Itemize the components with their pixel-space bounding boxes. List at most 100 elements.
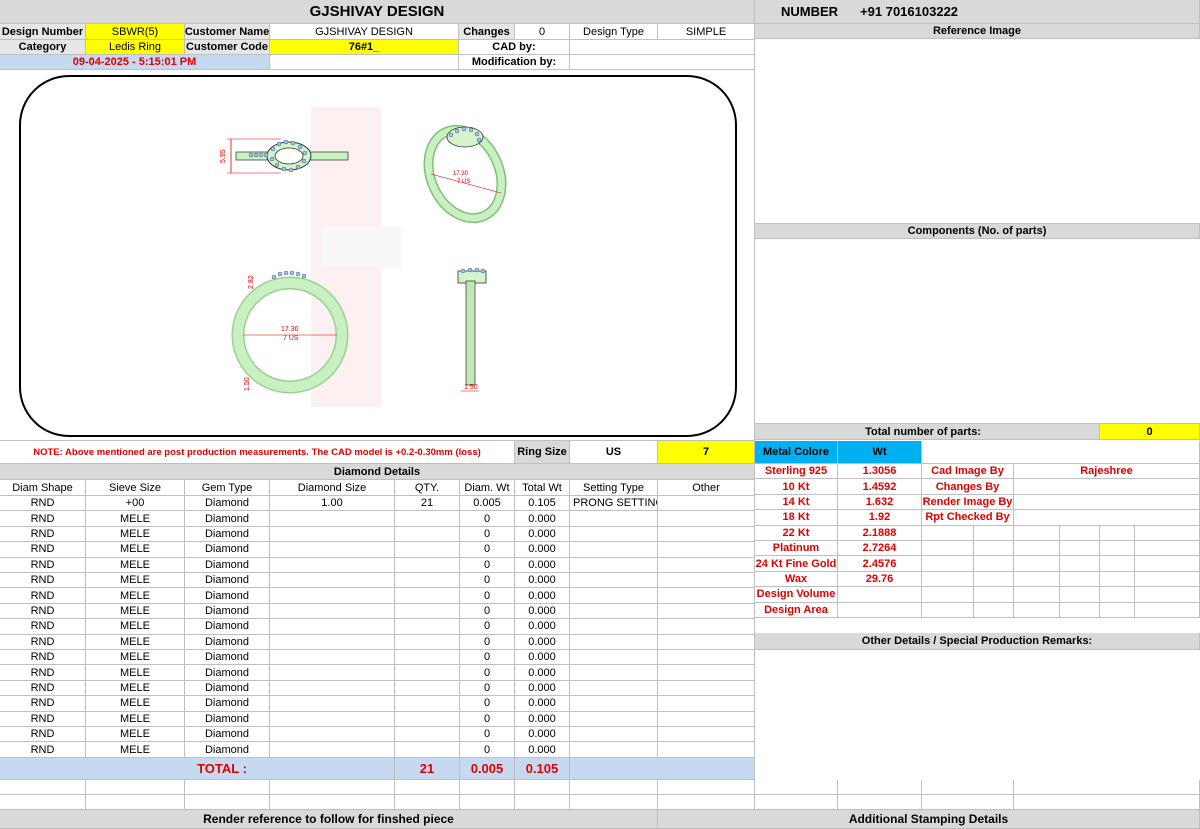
right-blank-cell[interactable] — [1014, 780, 1200, 795]
metal-grid-cell[interactable] — [974, 587, 1014, 603]
diamond-cell[interactable]: MELE — [86, 511, 185, 527]
diamond-cell[interactable] — [270, 557, 395, 573]
metal-grid-cell[interactable] — [1060, 541, 1100, 557]
customer-code-value[interactable]: 76#1_ — [270, 40, 459, 55]
diamond-cell[interactable] — [658, 634, 755, 650]
diamond-cell[interactable] — [658, 588, 755, 604]
diamond-cell[interactable]: MELE — [86, 742, 185, 758]
diamond-cell[interactable] — [270, 696, 395, 712]
diamond-cell[interactable] — [395, 619, 460, 635]
diamond-cell[interactable]: 1.00 — [270, 496, 395, 512]
metal-grid-cell[interactable] — [922, 602, 974, 618]
diamond-cell[interactable] — [570, 619, 658, 635]
blank-cell[interactable] — [570, 780, 658, 795]
diamond-cell[interactable]: 0 — [460, 573, 515, 589]
diamond-cell[interactable]: 0 — [460, 603, 515, 620]
diamond-cell[interactable]: MELE — [86, 665, 185, 681]
diamond-cell[interactable]: MELE — [86, 557, 185, 573]
blank-cell[interactable] — [270, 780, 395, 795]
right-blank-cell[interactable] — [1014, 795, 1200, 810]
blank-cell[interactable] — [0, 780, 86, 795]
metal-grid-cell[interactable] — [1100, 602, 1135, 618]
metal-grid-cell[interactable] — [974, 525, 1014, 541]
diamond-cell[interactable] — [570, 727, 658, 743]
diamond-cell[interactable] — [570, 665, 658, 681]
blank-cell[interactable] — [185, 795, 270, 810]
diamond-cell[interactable]: RND — [0, 665, 86, 681]
diamond-cell[interactable]: Diamond — [185, 634, 270, 650]
diamond-cell[interactable]: MELE — [86, 727, 185, 743]
diamond-cell[interactable]: RND — [0, 603, 86, 620]
diamond-cell[interactable]: RND — [0, 680, 86, 697]
diamond-cell[interactable] — [658, 573, 755, 589]
diamond-cell[interactable]: MELE — [86, 603, 185, 620]
diamond-cell[interactable] — [658, 603, 755, 620]
diamond-cell[interactable]: RND — [0, 742, 86, 758]
metal-grid-cell[interactable] — [974, 556, 1014, 572]
diamond-cell[interactable]: 0 — [460, 680, 515, 697]
diamond-cell[interactable] — [570, 557, 658, 573]
diamond-cell[interactable]: 0 — [460, 696, 515, 712]
diamond-cell[interactable]: Diamond — [185, 727, 270, 743]
diamond-cell[interactable] — [270, 573, 395, 589]
metal-grid-cell[interactable] — [1014, 541, 1060, 557]
diamond-cell[interactable]: 0.000 — [515, 711, 570, 727]
diamond-cell[interactable]: RND — [0, 573, 86, 589]
diamond-cell[interactable]: Diamond — [185, 742, 270, 758]
metal-grid-cell[interactable] — [1060, 571, 1100, 588]
metal-grid-cell[interactable] — [1100, 587, 1135, 603]
metal-wt[interactable]: 1.632 — [838, 494, 922, 511]
diamond-cell[interactable]: Diamond — [185, 711, 270, 727]
diamond-cell[interactable]: 0.000 — [515, 573, 570, 589]
diamond-cell[interactable]: RND — [0, 557, 86, 573]
diamond-cell[interactable] — [570, 573, 658, 589]
diamond-cell[interactable]: PRONG SETTING — [570, 496, 658, 512]
diamond-cell[interactable]: Diamond — [185, 588, 270, 604]
metal-grid-cell[interactable] — [1135, 541, 1200, 557]
diamond-cell[interactable]: 0.005 — [460, 496, 515, 512]
diamond-cell[interactable]: Diamond — [185, 680, 270, 697]
diamond-cell[interactable] — [395, 557, 460, 573]
right-blank-cell[interactable] — [838, 795, 922, 810]
diamond-cell[interactable]: Diamond — [185, 496, 270, 512]
right-blank-cell[interactable] — [922, 780, 1014, 795]
diamond-cell[interactable] — [658, 742, 755, 758]
diamond-cell[interactable]: 0.000 — [515, 665, 570, 681]
diamond-cell[interactable] — [658, 542, 755, 558]
diamond-cell[interactable]: 0.000 — [515, 619, 570, 635]
diamond-cell[interactable] — [570, 588, 658, 604]
metal-grid-cell[interactable] — [922, 525, 974, 541]
blank-cell[interactable] — [185, 780, 270, 795]
metal-grid-cell[interactable] — [1100, 556, 1135, 572]
diamond-cell[interactable]: MELE — [86, 650, 185, 666]
diamond-cell[interactable]: 0.000 — [515, 742, 570, 758]
diamond-cell[interactable]: 0.000 — [515, 557, 570, 573]
metal-grid-cell[interactable] — [1135, 587, 1200, 603]
diamond-cell[interactable]: RND — [0, 542, 86, 558]
right-blank-cell[interactable] — [755, 780, 838, 795]
diamond-cell[interactable]: MELE — [86, 542, 185, 558]
diamond-cell[interactable] — [658, 680, 755, 697]
blank-cell[interactable] — [570, 795, 658, 810]
diamond-cell[interactable]: 0.105 — [515, 496, 570, 512]
metal-grid-cell[interactable] — [1014, 571, 1060, 588]
diamond-cell[interactable] — [395, 573, 460, 589]
metal-grid-cell[interactable] — [1100, 541, 1135, 557]
diamond-cell[interactable] — [395, 665, 460, 681]
diamond-cell[interactable]: MELE — [86, 619, 185, 635]
diamond-cell[interactable]: 0 — [460, 619, 515, 635]
diamond-cell[interactable]: Diamond — [185, 650, 270, 666]
diamond-cell[interactable] — [570, 650, 658, 666]
right-blank-cell[interactable] — [922, 795, 1014, 810]
diamond-cell[interactable] — [270, 511, 395, 527]
metal-grid-cell[interactable] — [922, 556, 974, 572]
diamond-cell[interactable]: 0 — [460, 711, 515, 727]
diamond-cell[interactable]: RND — [0, 650, 86, 666]
diamond-cell[interactable]: MELE — [86, 696, 185, 712]
diamond-cell[interactable]: 0 — [460, 526, 515, 543]
category-value[interactable]: Ledis Ring — [86, 40, 185, 55]
metal-grid-cell[interactable] — [974, 602, 1014, 618]
metal-grid-cell[interactable] — [1014, 525, 1060, 541]
diamond-cell[interactable]: RND — [0, 511, 86, 527]
metal-grid-cell[interactable] — [922, 571, 974, 588]
